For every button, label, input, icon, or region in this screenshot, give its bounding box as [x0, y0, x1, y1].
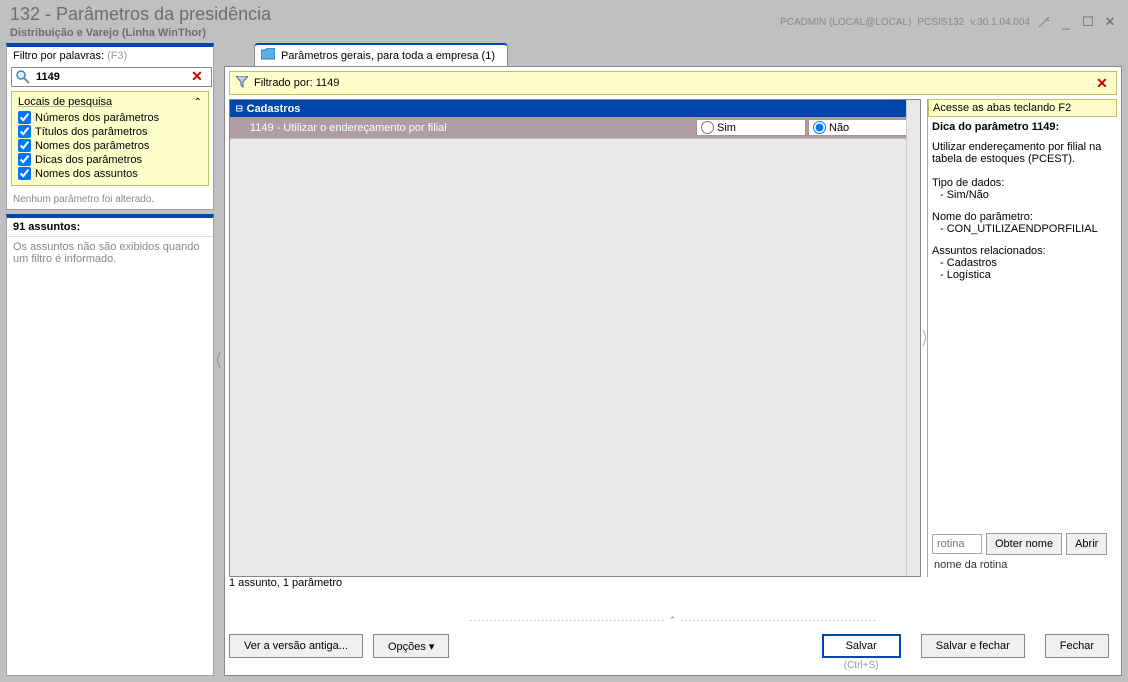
old-version-button[interactable]: Ver a versão antiga... [229, 634, 363, 658]
save-button[interactable]: Salvar [822, 634, 901, 658]
check-param-numbers[interactable]: Números dos parâmetros [18, 111, 202, 124]
option-nao[interactable]: Não [808, 119, 918, 136]
clear-search-icon[interactable]: ✕ [189, 68, 205, 84]
check-param-tips[interactable]: Dicas dos parâmetros [18, 153, 202, 166]
options-button[interactable]: Opções ▾ [373, 634, 450, 658]
related-subject-0: - Cadastros [940, 257, 1113, 269]
related-subject-1: - Logística [940, 269, 1113, 281]
search-icon [15, 69, 31, 85]
window-title: 132 - Parâmetros da presidência [10, 4, 271, 25]
filter-label: Filtro por palavras: [13, 50, 104, 62]
check-param-titles[interactable]: Títulos dos parâmetros [18, 125, 202, 138]
info-panel: Dica do parâmetro 1149: Utilizar endereç… [928, 121, 1117, 529]
change-status: Nenhum parâmetro foi alterado. [7, 190, 213, 209]
filter-shortcut-hint: (F3) [107, 50, 127, 62]
funnel-icon [236, 76, 248, 91]
paramname-value: - CON_UTILIZAENDPORFILIAL [940, 223, 1113, 235]
minimize-icon[interactable]: _ [1058, 15, 1074, 29]
subjects-body-message: Os assuntos não são exibidos quando um f… [7, 237, 213, 675]
maximize-icon[interactable]: ☐ [1080, 15, 1096, 29]
param-row-label: 1149 - Utilizar o endereçamento por fili… [250, 122, 696, 134]
obter-nome-button[interactable]: Obter nome [986, 533, 1062, 555]
folder-icon [261, 48, 275, 63]
tip-body: Utilizar endereçamento por filial na tab… [932, 141, 1113, 165]
search-places-header: Locais de pesquisa [18, 96, 112, 108]
close-button[interactable]: Fechar [1045, 634, 1109, 658]
collapse-group-icon[interactable]: ⊟ [236, 102, 243, 115]
check-subject-names[interactable]: Nomes dos assuntos [18, 167, 202, 180]
param-row-1149[interactable]: 1149 - Utilizar o endereçamento por fili… [230, 117, 920, 139]
tab-label: Parâmetros gerais, para toda a empresa (… [281, 50, 495, 62]
related-subjects-label: Assuntos relacionados: [932, 245, 1113, 257]
params-grid[interactable]: ⊟ Cadastros 1149 - Utilizar o endereçame… [229, 99, 921, 577]
edit-icon[interactable] [1036, 15, 1052, 29]
vertical-splitter[interactable] [216, 43, 222, 676]
search-input[interactable] [11, 67, 212, 87]
tab-general-params[interactable]: Parâmetros gerais, para toda a empresa (… [254, 43, 508, 66]
meta-user: PCADMIN (LOCAL@LOCAL) [780, 17, 911, 28]
close-icon[interactable]: ✕ [1102, 15, 1118, 29]
abrir-button[interactable]: Abrir [1066, 533, 1107, 555]
check-param-names[interactable]: Nomes dos parâmetros [18, 139, 202, 152]
save-close-button[interactable]: Salvar e fechar [921, 634, 1025, 658]
window-subtitle: Distribuição e Varejo (Linha WinThor) [10, 27, 271, 39]
routine-input[interactable] [932, 534, 982, 554]
meta-version: v.30.1.04.004 [970, 17, 1030, 28]
collapse-icon[interactable]: ⌃ [194, 97, 202, 108]
grid-scrollbar[interactable] [906, 100, 920, 576]
filtered-by-text: Filtrado por: 1149 [254, 77, 339, 89]
option-sim[interactable]: Sim [696, 119, 806, 136]
clear-filter-icon[interactable]: ✕ [1094, 75, 1110, 91]
datatype-label: Tipo de dados: [932, 177, 1113, 189]
grid-footer-status: 1 assunto, 1 parâmetro [225, 577, 1121, 591]
meta-app: PCSIS132 [917, 17, 964, 28]
group-header-cadastros[interactable]: ⊟ Cadastros [230, 100, 920, 117]
datatype-value: - Sim/Não [940, 189, 1113, 201]
tip-title: Dica do parâmetro 1149: [932, 121, 1113, 133]
paramname-label: Nome do parâmetro: [932, 211, 1113, 223]
horizontal-splitter[interactable]: ········································… [225, 615, 1121, 626]
routine-name-display: nome da rotina [928, 559, 1117, 577]
subjects-header: 91 assuntos: [7, 218, 213, 237]
tabs-hint: Acesse as abas teclando F2 [928, 99, 1117, 117]
save-shortcut: (Ctrl+S) [844, 660, 879, 671]
